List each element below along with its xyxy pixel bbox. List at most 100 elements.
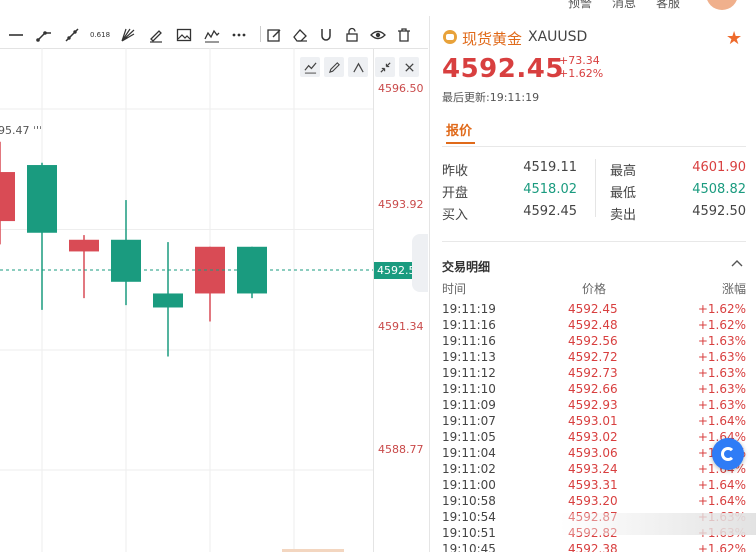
symbol-name: 现货黄金 <box>462 30 523 48</box>
price-axis-label: 4593.92 <box>378 198 424 211</box>
chat-button[interactable] <box>712 438 744 470</box>
trade-price: 4593.24 <box>568 462 618 476</box>
trade-change: +1.64% <box>697 414 746 428</box>
trade-row: 19:11:13 4592.72 +1.63% <box>430 350 756 366</box>
stat-value: 4508.82 <box>692 182 746 197</box>
app-root: 预警 消息 客服 0.618 95.47 ˈ'ˈ 4596.50 4593.92… <box>0 0 756 552</box>
trade-price: 4593.31 <box>568 478 618 492</box>
trade-row: 19:11:12 4592.73 +1.63% <box>430 366 756 382</box>
trade-row: 19:11:16 4592.48 +1.62% <box>430 318 756 334</box>
trade-row: 19:11:19 4592.45 +1.62% <box>430 302 756 318</box>
high-marker-label: 95.47 ˈ'ˈ <box>0 124 43 137</box>
trade-price: 4593.02 <box>568 430 618 444</box>
candle-layer <box>0 141 267 357</box>
trade-time: 19:11:02 <box>442 462 496 476</box>
gold-icon <box>443 30 457 44</box>
stat-label: 最高 <box>610 164 637 179</box>
trade-time: 19:11:12 <box>442 366 496 380</box>
trade-change: +1.64% <box>697 494 746 508</box>
nav-service[interactable]: 客服 <box>656 0 680 11</box>
stat-label: 卖出 <box>610 208 637 223</box>
trade-change: +1.62% <box>697 302 746 316</box>
trade-row: 19:11:07 4593.01 +1.64% <box>430 414 756 430</box>
trade-time: 19:10:58 <box>442 494 496 508</box>
collapse-arrows-icon[interactable] <box>375 57 395 77</box>
trade-time: 19:11:09 <box>442 398 496 412</box>
stat-value: 4518.02 <box>523 182 577 197</box>
stat-label: 最低 <box>610 186 637 201</box>
divider <box>442 241 746 242</box>
close-icon[interactable] <box>399 57 419 77</box>
trade-change: +1.63% <box>697 350 746 364</box>
trade-row: 19:11:05 4593.02 +1.64% <box>430 430 756 446</box>
trade-time: 19:11:07 <box>442 414 496 428</box>
trade-change: +1.62% <box>697 318 746 332</box>
divider <box>442 146 746 147</box>
trade-price: 4592.48 <box>568 318 618 332</box>
trade-change: +1.64% <box>697 478 746 492</box>
trade-price: 4593.01 <box>568 414 618 428</box>
trade-price: 4592.66 <box>568 382 618 396</box>
trade-time: 19:10:45 <box>442 542 496 552</box>
trade-row: 19:11:16 4592.56 +1.63% <box>430 334 756 350</box>
candle-body <box>69 239 99 252</box>
stat-value: 4592.50 <box>692 204 746 219</box>
trade-price: 4592.72 <box>568 350 618 364</box>
nav-alert[interactable]: 预警 <box>568 0 592 11</box>
last-updated: 最后更新:19:11:19 <box>442 91 540 104</box>
price-axis-label: 4591.34 <box>378 320 424 333</box>
trade-price: 4592.38 <box>568 542 618 552</box>
trade-time: 19:10:51 <box>442 526 496 540</box>
stat-value: 4601.90 <box>692 160 746 175</box>
trade-price: 4593.20 <box>568 494 618 508</box>
tab-quote[interactable]: 报价 <box>446 120 472 139</box>
column-header-price: 价格 <box>582 282 607 296</box>
trade-row: 19:11:00 4593.31 +1.64% <box>430 478 756 494</box>
candle-body <box>0 172 15 222</box>
chart-area[interactable]: 0.618 95.47 ˈ'ˈ 4596.50 4593.92 4591.34 … <box>0 20 428 552</box>
candle-body <box>153 293 183 308</box>
trade-change: +1.63% <box>697 366 746 380</box>
trade-time: 19:11:00 <box>442 478 496 492</box>
trade-time: 19:11:13 <box>442 350 496 364</box>
trade-change: +1.62% <box>697 542 746 552</box>
trade-row: 19:10:45 4592.38 +1.62% <box>430 542 756 552</box>
nav-messages[interactable]: 消息 <box>612 0 636 11</box>
symbol-code: XAUUSD <box>528 29 588 45</box>
column-header-change: 涨幅 <box>722 282 747 296</box>
trade-time: 19:11:04 <box>442 446 496 460</box>
stats-separator <box>595 159 596 217</box>
trade-time: 19:11:05 <box>442 430 496 444</box>
price-axis-label: 4588.77 <box>378 443 424 456</box>
chevron-up-icon[interactable] <box>730 256 744 270</box>
stat-value: 4592.45 <box>523 204 577 219</box>
trade-row: 19:11:09 4592.93 +1.63% <box>430 398 756 414</box>
favorite-star-icon[interactable]: ★ <box>726 28 742 49</box>
grid-layer <box>0 48 373 552</box>
indicator-icon[interactable] <box>348 57 368 77</box>
trade-time: 19:11:16 <box>442 318 496 332</box>
change-percent: +1.62% <box>559 67 604 80</box>
price-axis-label: 4596.50 <box>378 82 424 95</box>
stat-value: 4519.11 <box>523 160 577 175</box>
candlestick-plot[interactable] <box>0 20 428 552</box>
candle-body <box>27 165 57 233</box>
trade-row: 19:11:10 4592.66 +1.63% <box>430 382 756 398</box>
tab-active-indicator <box>446 142 475 144</box>
trade-time: 19:11:10 <box>442 382 496 396</box>
draw-pen-icon[interactable] <box>324 57 344 77</box>
trade-row: 19:10:58 4593.20 +1.64% <box>430 494 756 510</box>
trade-time: 19:11:16 <box>442 334 496 348</box>
trade-row: 19:11:044593.06+1.64% <box>430 446 756 462</box>
overlay-fade <box>560 513 756 535</box>
trade-price: 4593.06 <box>568 446 618 460</box>
trade-price: 4592.56 <box>568 334 618 348</box>
trade-change: +1.63% <box>697 334 746 348</box>
chart-type-icon[interactable] <box>300 57 320 77</box>
trade-time: 19:11:19 <box>442 302 496 316</box>
candle-body <box>111 239 141 282</box>
trade-row: 19:11:024593.24+1.64% <box>430 462 756 478</box>
avatar[interactable] <box>706 0 738 10</box>
panel-toggle-handle[interactable] <box>412 234 428 292</box>
change-absolute: +73.34 <box>559 54 600 67</box>
